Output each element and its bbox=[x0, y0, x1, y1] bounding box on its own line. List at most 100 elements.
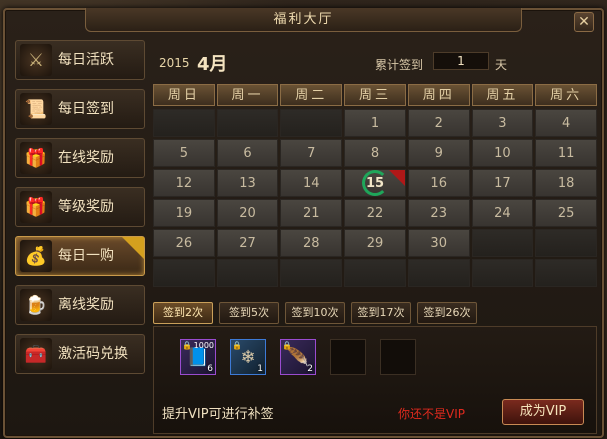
calendar-day-cell[interactable]: 8 bbox=[344, 139, 406, 167]
today-flag-icon bbox=[388, 170, 405, 186]
sidebar-item-0[interactable]: ⚔ 每日活跃 bbox=[15, 40, 145, 80]
reward-tab[interactable]: 签到26次 bbox=[417, 302, 477, 324]
calendar-day-cell[interactable]: 22 bbox=[344, 199, 406, 227]
calendar-day-cell[interactable]: 16 bbox=[407, 169, 470, 197]
month-label: 4月 bbox=[197, 54, 228, 75]
reward-top-count: 1000 bbox=[193, 341, 214, 350]
reward-slot[interactable]: 🪶 🔒 2 bbox=[280, 339, 316, 375]
calendar-empty-cell bbox=[535, 259, 597, 287]
reward-slots: 📘 🔒 1000 6 ❄ 🔒 1 🪶 🔒 2 bbox=[180, 339, 416, 375]
sidebar-item-5[interactable]: 🍺 离线奖励 bbox=[15, 285, 145, 325]
vip-tip: 提升VIP可进行补签 bbox=[162, 407, 274, 422]
calendar-empty-cell bbox=[407, 259, 470, 287]
calendar-empty-cell bbox=[280, 109, 343, 137]
weekday-header: 周日 周一 周二 周三 周四 周五 周六 bbox=[153, 84, 597, 106]
calendar-day-cell[interactable]: 21 bbox=[280, 199, 343, 227]
calendar-day-cell[interactable]: 6 bbox=[216, 139, 279, 167]
calendar-day-cell[interactable]: 24 bbox=[471, 199, 534, 227]
calendar-header: 2015 4月 累计签到 1 天 bbox=[153, 40, 597, 84]
title-bar: 福利大厅 bbox=[85, 8, 522, 32]
main-panel: 2015 4月 累计签到 1 天 周日 周一 周二 周三 周四 周五 周六 12345678… bbox=[153, 40, 597, 434]
window-title: 福利大厅 bbox=[273, 12, 334, 27]
calendar-day-cell[interactable]: 12 bbox=[153, 169, 215, 197]
calendar-empty-cell bbox=[471, 259, 534, 287]
weekday-header-cell: 周三 bbox=[344, 84, 406, 106]
calendar-empty-cell bbox=[280, 259, 343, 287]
calendar-day-cell[interactable]: 13 bbox=[216, 169, 279, 197]
calendar-day-cell[interactable]: 29 bbox=[344, 229, 406, 257]
sidebar-item-2[interactable]: 🎁 在线奖励 bbox=[15, 138, 145, 178]
reward-tab[interactable]: 签到10次 bbox=[285, 302, 345, 324]
vip-status: 你还不是VIP bbox=[398, 407, 465, 421]
empty-reward-slot bbox=[380, 339, 416, 375]
reward-tab[interactable]: 签到17次 bbox=[351, 302, 411, 324]
gift-box-icon: 🎁 bbox=[20, 191, 52, 223]
total-signin-unit: 天 bbox=[495, 58, 508, 72]
reward-tab[interactable]: 签到2次 bbox=[153, 302, 213, 324]
calendar-day-cell[interactable]: 7 bbox=[280, 139, 343, 167]
limited-badge bbox=[122, 237, 144, 259]
become-vip-button[interactable]: 成为VIP bbox=[502, 399, 584, 425]
treasure-bag-icon: 💰 bbox=[20, 240, 52, 272]
calendar-day-cell[interactable]: 2 bbox=[407, 109, 470, 137]
sidebar-item-label: 在线奖励 bbox=[58, 150, 114, 166]
sidebar-item-label: 离线奖励 bbox=[58, 297, 114, 313]
reward-tab[interactable]: 签到5次 bbox=[219, 302, 279, 324]
weekday-header-cell: 周日 bbox=[153, 84, 215, 106]
calendar-day-cell[interactable]: 5 bbox=[153, 139, 215, 167]
sidebar-item-4[interactable]: 💰 每日一购 bbox=[15, 236, 145, 276]
sidebar-item-3[interactable]: 🎁 等级奖励 bbox=[15, 187, 145, 227]
crossed-swords-icon: ⚔ bbox=[20, 44, 52, 76]
calendar-day-cell[interactable]: 26 bbox=[153, 229, 215, 257]
reward-slot[interactable]: ❄ 🔒 1 bbox=[230, 339, 266, 375]
calendar: 周日 周一 周二 周三 周四 周五 周六 1 2 3 4 5 6 7 8 9 10 11 12 13 14 15 16 17… bbox=[153, 84, 597, 287]
calendar-empty-cell bbox=[153, 259, 215, 287]
empty-reward-slot bbox=[330, 339, 366, 375]
calendar-empty-cell bbox=[344, 259, 406, 287]
lock-icon: 🔒 bbox=[282, 341, 292, 350]
calendar-day-cell[interactable]: 30 bbox=[407, 229, 470, 257]
calendar-day-cell[interactable]: 28 bbox=[280, 229, 343, 257]
calendar-day-cell[interactable]: 17 bbox=[471, 169, 534, 197]
weekday-header-cell: 周一 bbox=[216, 84, 279, 106]
calendar-day-number: 15 bbox=[365, 176, 385, 191]
calendar-day-cell[interactable]: 27 bbox=[216, 229, 279, 257]
calendar-day-cell[interactable]: 14 bbox=[280, 169, 343, 197]
beer-mug-icon: 🍺 bbox=[20, 289, 52, 321]
lock-icon: 🔒 bbox=[232, 341, 242, 350]
sidebar-item-label: 每日一购 bbox=[58, 248, 114, 264]
year-label: 2015 bbox=[159, 56, 190, 70]
calendar-day-cell[interactable]: 4 bbox=[535, 109, 597, 137]
welfare-hall-window: 福利大厅 ✕ ⚔ 每日活跃 📜 每日签到 🎁 在线奖励 🎁 等级奖励 💰 每日一购 🍺 离线奖励 🧰 激活… bbox=[3, 8, 604, 438]
sidebar-item-1[interactable]: 📜 每日签到 bbox=[15, 89, 145, 129]
calendar-empty-cell bbox=[535, 229, 597, 257]
calendar-day-cell[interactable]: 19 bbox=[153, 199, 215, 227]
calendar-day-cell[interactable]: 15 bbox=[344, 169, 406, 197]
calendar-day-cell[interactable]: 1 bbox=[344, 109, 406, 137]
calendar-empty-cell bbox=[216, 109, 279, 137]
calendar-day-cell[interactable]: 25 bbox=[535, 199, 597, 227]
calendar-day-cell[interactable]: 11 bbox=[535, 139, 597, 167]
sidebar-item-label: 每日签到 bbox=[58, 101, 114, 117]
calendar-day-cell[interactable]: 9 bbox=[407, 139, 470, 167]
calendar-day-cell[interactable]: 18 bbox=[535, 169, 597, 197]
scroll-icon: 📜 bbox=[20, 93, 52, 125]
calendar-day-cell[interactable]: 20 bbox=[216, 199, 279, 227]
weekday-header-cell: 周二 bbox=[280, 84, 343, 106]
reward-tabs: 签到2次 签到5次 签到10次 签到17次 签到26次 bbox=[153, 302, 477, 324]
close-button[interactable]: ✕ bbox=[574, 12, 594, 32]
calendar-day-cell[interactable]: 3 bbox=[471, 109, 534, 137]
calendar-day-cell[interactable]: 23 bbox=[407, 199, 470, 227]
reward-slot[interactable]: 📘 🔒 1000 6 bbox=[180, 339, 216, 375]
sidebar-item-6[interactable]: 🧰 激活码兑换 bbox=[15, 334, 145, 374]
treasure-chest-icon: 🧰 bbox=[20, 338, 52, 370]
sidebar: ⚔ 每日活跃 📜 每日签到 🎁 在线奖励 🎁 等级奖励 💰 每日一购 🍺 离线奖励 🧰 激活码兑换 bbox=[15, 40, 145, 383]
sidebar-item-label: 等级奖励 bbox=[58, 199, 114, 215]
calendar-grid: 1 2 3 4 5 6 7 8 9 10 11 12 13 14 15 16 17 18 19 20 21 22 23 24 2… bbox=[153, 109, 597, 287]
calendar-empty-cell bbox=[153, 109, 215, 137]
calendar-day-cell[interactable]: 10 bbox=[471, 139, 534, 167]
lock-icon: 🔒 bbox=[182, 341, 192, 350]
reward-panel: 📘 🔒 1000 6 ❄ 🔒 1 🪶 🔒 2 提升VIP可进行补签 你还不是VIP 成为VIP bbox=[153, 326, 597, 434]
gift-box-icon: 🎁 bbox=[20, 142, 52, 174]
reward-count: 2 bbox=[307, 364, 313, 374]
